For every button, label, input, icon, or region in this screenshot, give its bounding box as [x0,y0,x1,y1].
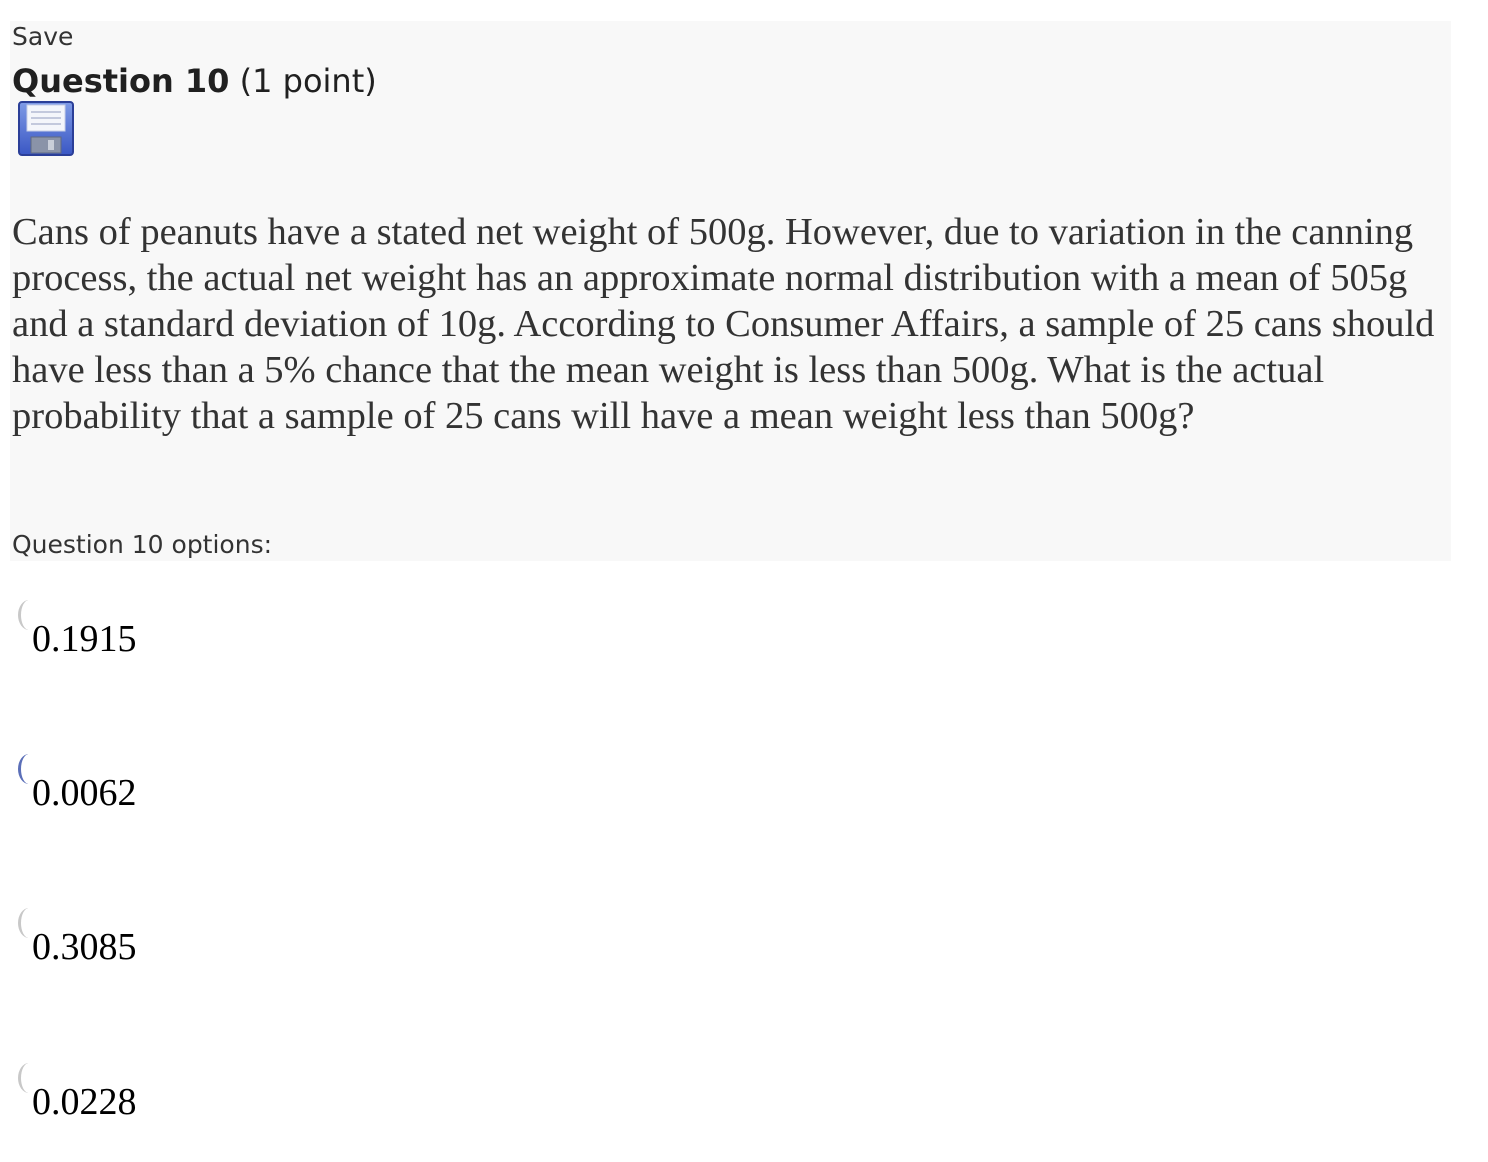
options-label: Question 10 options: [12,530,273,559]
radio-button[interactable] [14,754,28,784]
radio-button[interactable] [14,600,28,630]
option-label: 0.0062 [32,772,137,814]
option-4[interactable]: 0.0228 [14,1063,414,1143]
question-points: (1 point) [239,62,377,100]
option-label: 0.0228 [32,1081,137,1123]
question-text: Cans of peanuts have a stated net weight… [12,211,1435,437]
option-3[interactable]: 0.3085 [14,908,414,988]
option-1[interactable]: 0.1915 [14,600,414,680]
option-label: 0.1915 [32,618,137,660]
radio-button[interactable] [14,1063,28,1093]
save-link[interactable]: Save [12,22,73,51]
option-2[interactable]: 0.0062 [14,754,414,834]
floppy-disk-icon[interactable] [18,101,74,156]
question-title: Question 10 (1 point) [12,62,377,100]
question-number: Question 10 [12,62,230,100]
radio-button[interactable] [14,908,28,938]
option-label: 0.3085 [32,926,137,968]
